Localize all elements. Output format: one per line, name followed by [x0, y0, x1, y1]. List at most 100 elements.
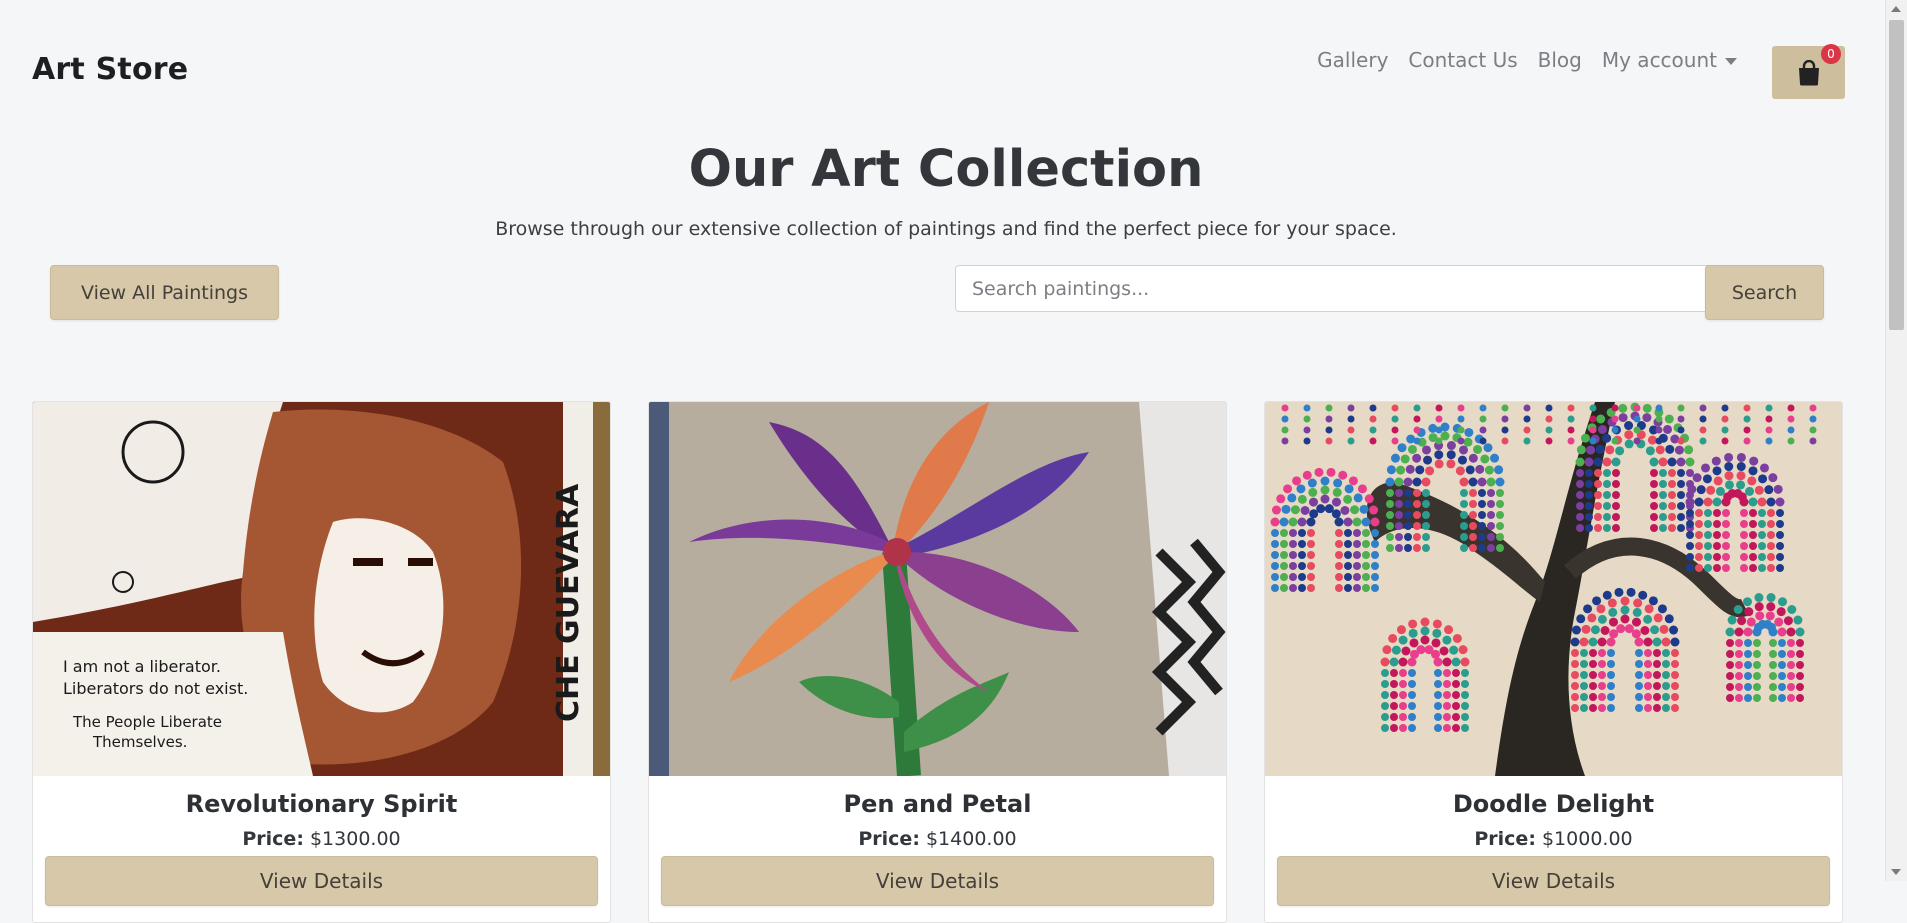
decorative-dot: [1361, 517, 1371, 527]
decorative-dot: [1702, 474, 1712, 484]
decorative-dot: [1592, 596, 1602, 606]
decorative-dot: [1765, 404, 1773, 412]
decorative-dot: [1743, 627, 1753, 637]
svg-text:The People Liberate: The People Liberate: [72, 713, 222, 731]
decorative-dot: [1722, 509, 1730, 517]
decorative-dot: [1397, 443, 1407, 453]
decorative-dot: [1460, 657, 1470, 667]
decorative-dot: [1645, 446, 1655, 456]
decorative-dot: [1602, 457, 1612, 467]
decorative-dot: [1724, 471, 1734, 481]
decorative-dot: [1460, 511, 1468, 519]
decorative-dot: [1650, 502, 1658, 510]
scroll-down-arrow-icon[interactable]: [1891, 869, 1901, 875]
decorative-dot: [1434, 713, 1442, 721]
decorative-dot: [1695, 564, 1703, 572]
decorative-dot: [1307, 584, 1315, 592]
decorative-dot: [1677, 469, 1685, 477]
view-all-paintings-button[interactable]: View All Paintings: [50, 265, 279, 320]
decorative-dot: [1655, 426, 1663, 434]
decorative-dot: [1749, 553, 1757, 561]
decorative-dot: [1635, 671, 1643, 679]
decorative-dot: [1343, 494, 1353, 504]
scroll-up-arrow-icon[interactable]: [1891, 6, 1901, 12]
search-button[interactable]: Search: [1705, 265, 1824, 320]
caret-down-icon: [1725, 58, 1737, 65]
decorative-dot: [1501, 437, 1509, 445]
decorative-dot: [1487, 511, 1495, 519]
view-details-button[interactable]: View Details: [661, 856, 1214, 906]
view-details-button[interactable]: View Details: [1277, 856, 1830, 906]
decorative-dot: [1422, 544, 1430, 552]
decorative-dot: [1767, 520, 1775, 528]
decorative-dot: [1369, 415, 1377, 423]
decorative-dot: [1746, 617, 1756, 627]
decorative-dot: [1776, 531, 1784, 539]
decorative-dot: [1598, 649, 1606, 657]
nav-gallery[interactable]: Gallery: [1317, 48, 1388, 72]
search-input[interactable]: [955, 265, 1721, 312]
decorative-dot: [1279, 517, 1289, 527]
painting-image-willow[interactable]: [1265, 402, 1842, 776]
decorative-dot: [1608, 607, 1618, 617]
decorative-dot: [1659, 624, 1669, 634]
decorative-dot: [1653, 660, 1661, 668]
decorative-dot: [1347, 415, 1355, 423]
decorative-dot: [1545, 426, 1553, 434]
decorative-dot: [1391, 404, 1399, 412]
decorative-dot: [1452, 691, 1460, 699]
decorative-dot: [1589, 660, 1597, 668]
decorative-dot: [1446, 459, 1456, 469]
decorative-dot: [1603, 513, 1611, 521]
nav-contact-us[interactable]: Contact Us: [1408, 48, 1517, 72]
decorative-dot: [1594, 480, 1602, 488]
painting-image-flower[interactable]: [649, 402, 1226, 776]
decorative-dot: [1457, 455, 1467, 465]
decorative-dot: [1796, 672, 1804, 680]
scrollbar-thumb[interactable]: [1889, 20, 1904, 330]
decorative-dot: [1398, 657, 1408, 667]
decorative-dot: [1787, 694, 1795, 702]
decorative-dot: [1632, 607, 1642, 617]
decorative-dot: [1501, 426, 1509, 434]
decorative-dot: [1452, 680, 1460, 688]
decorative-dot: [1399, 669, 1407, 677]
nav-blog[interactable]: Blog: [1538, 48, 1582, 72]
decorative-dot: [1431, 649, 1441, 659]
cart-button[interactable]: 0: [1772, 44, 1845, 99]
decorative-dot: [1371, 573, 1379, 581]
decorative-dot: [1603, 480, 1611, 488]
decorative-dot: [1671, 649, 1679, 657]
decorative-dot: [1787, 661, 1795, 669]
decorative-dot: [1749, 564, 1757, 572]
view-details-button[interactable]: View Details: [45, 856, 598, 906]
decorative-dot: [1371, 562, 1379, 570]
decorative-dot: [1347, 426, 1355, 434]
nav-my-account[interactable]: My account: [1602, 48, 1737, 72]
vertical-scrollbar[interactable]: [1885, 0, 1907, 881]
decorative-dot: [1612, 524, 1620, 532]
decorative-dot: [1434, 459, 1444, 469]
decorative-dot: [1626, 587, 1636, 597]
painting-image-che[interactable]: CHE GUEVARA I am not a liberator. Libera…: [33, 402, 610, 776]
decorative-dot: [1390, 724, 1398, 732]
decorative-dot: [1463, 437, 1473, 447]
decorative-dot: [1778, 639, 1786, 647]
decorative-dot: [1579, 637, 1589, 647]
decorative-dot: [1270, 517, 1280, 527]
decorative-dot: [1523, 415, 1531, 423]
decorative-dot: [1776, 520, 1784, 528]
decorative-dot: [1395, 500, 1403, 508]
decorative-dot: [1469, 544, 1477, 552]
decorative-dot: [1487, 500, 1495, 508]
price-label: Price:: [858, 828, 920, 850]
decorative-dot: [1443, 680, 1451, 688]
decorative-dot: [1469, 489, 1477, 497]
decorative-dot: [1369, 426, 1377, 434]
decorative-dot: [1326, 467, 1336, 477]
decorative-dot: [1413, 426, 1421, 434]
decorative-dot: [1603, 469, 1611, 477]
decorative-dot: [1744, 661, 1752, 669]
brand-logo[interactable]: Art Store: [32, 52, 188, 87]
decorative-dot: [1787, 426, 1795, 434]
